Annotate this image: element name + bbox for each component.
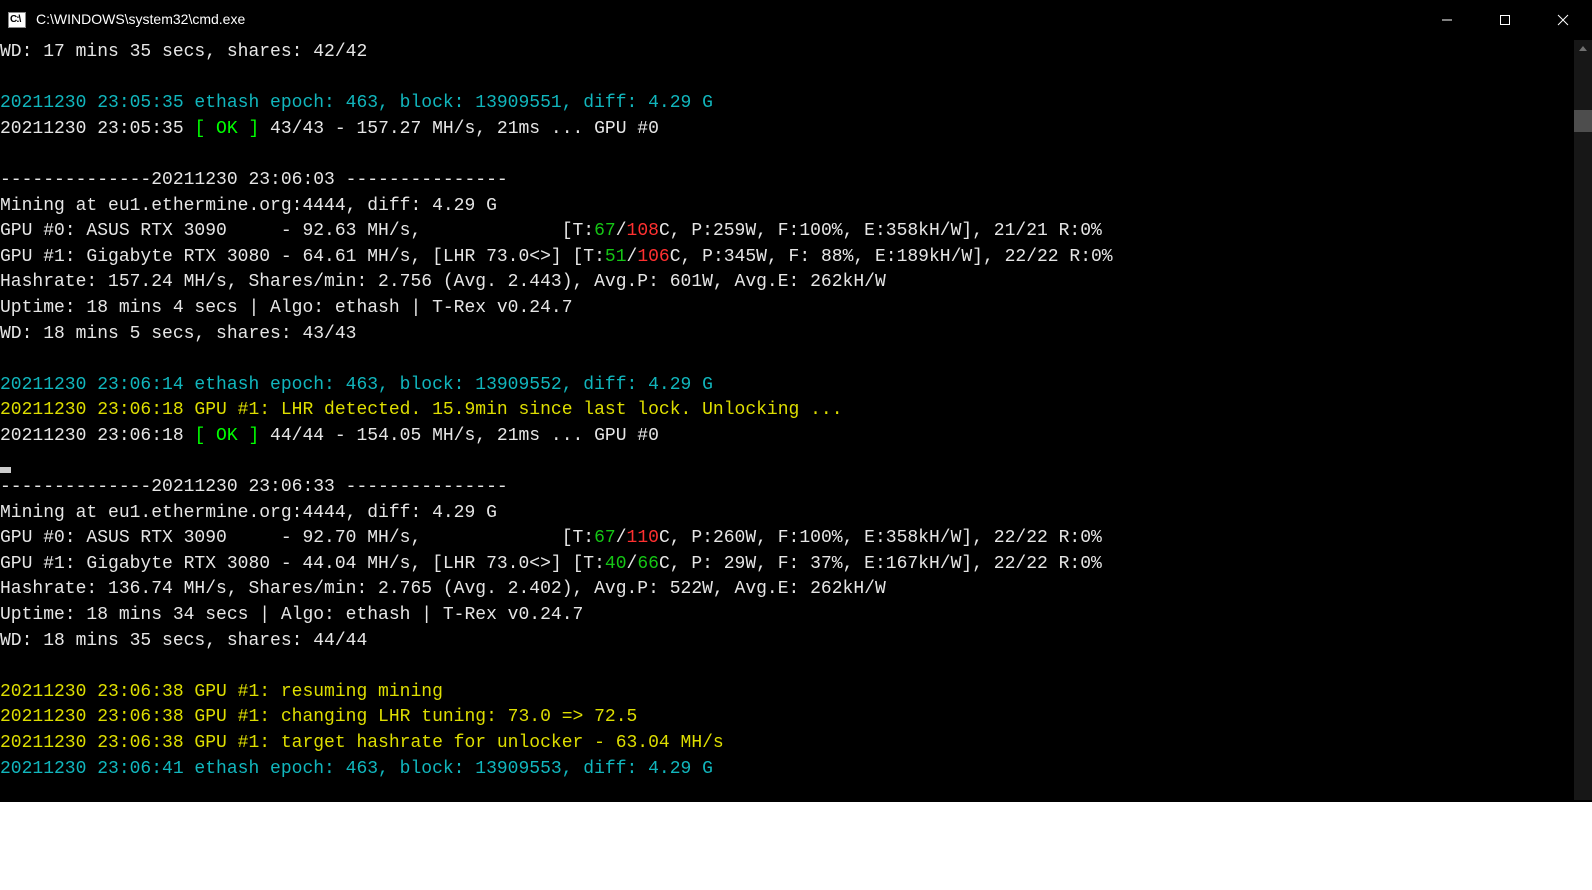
- terminal-text-segment: GPU #1: Gigabyte RTX 3080 - 44.04 MH/s, …: [0, 554, 605, 574]
- terminal-line: Mining at eu1.ethermine.org:4444, diff: …: [0, 501, 1592, 527]
- terminal-text-segment: GPU #0: ASUS RTX 3090 - 92.70 MH/s, [T:: [0, 528, 594, 548]
- terminal-text-segment: --------------20211230 23:06:03 --------…: [0, 170, 508, 190]
- terminal-line: Mining at eu1.ethermine.org:4444, diff: …: [0, 194, 1592, 220]
- terminal-text-segment: 40: [605, 554, 627, 574]
- terminal-line: [0, 66, 1592, 92]
- terminal-text-segment: 43/43 - 157.27 MH/s, 21ms ... GPU #0: [259, 119, 659, 139]
- terminal-text-segment: 51: [605, 247, 627, 267]
- minimize-button[interactable]: [1418, 0, 1476, 40]
- terminal-text-segment: 20211230 23:06:18 GPU #1: LHR detected. …: [0, 400, 843, 420]
- terminal-text-segment: 66: [637, 554, 659, 574]
- terminal-cursor: [0, 467, 11, 473]
- scroll-up-arrow-icon[interactable]: [1574, 40, 1592, 58]
- terminal-text-segment: 110: [627, 528, 659, 548]
- terminal-text-segment: 20211230 23:06:38 GPU #1: changing LHR t…: [0, 707, 637, 727]
- terminal-line: Uptime: 18 mins 4 secs | Algo: ethash | …: [0, 296, 1592, 322]
- terminal-line: 20211230 23:06:18 [ OK ] 44/44 - 154.05 …: [0, 424, 1592, 450]
- maximize-button[interactable]: [1476, 0, 1534, 40]
- close-button[interactable]: [1534, 0, 1592, 40]
- cmd-icon: C:\: [8, 12, 26, 28]
- terminal-text-segment: 44/44 - 154.05 MH/s, 21ms ... GPU #0: [259, 426, 659, 446]
- terminal-line: GPU #1: Gigabyte RTX 3080 - 64.61 MH/s, …: [0, 245, 1592, 271]
- terminal-text-segment: WD: 18 mins 5 secs, shares: 43/43: [0, 324, 356, 344]
- terminal-line: [0, 142, 1592, 168]
- terminal-line: --------------20211230 23:06:33 --------…: [0, 475, 1592, 501]
- terminal-text-segment: 67: [594, 221, 616, 241]
- terminal-text-segment: 106: [637, 247, 669, 267]
- terminal-line: 20211230 23:05:35 [ OK ] 43/43 - 157.27 …: [0, 117, 1592, 143]
- terminal-line: Uptime: 18 mins 34 secs | Algo: ethash |…: [0, 603, 1592, 629]
- terminal-text-segment: /: [616, 221, 627, 241]
- terminal-output[interactable]: WD: 17 mins 35 secs, shares: 42/42 20211…: [0, 40, 1592, 782]
- terminal-text-segment: 20211230 23:06:38 GPU #1: target hashrat…: [0, 733, 724, 753]
- window-title: C:\WINDOWS\system32\cmd.exe: [36, 7, 245, 33]
- terminal-line: 20211230 23:06:14 ethash epoch: 463, blo…: [0, 373, 1592, 399]
- terminal-text-segment: C, P:259W, F:100%, E:358kH/W], 21/21 R:0…: [659, 221, 1102, 241]
- terminal-text-segment: /: [627, 247, 638, 267]
- scrollbar-thumb[interactable]: [1574, 110, 1592, 132]
- terminal-text-segment: Hashrate: 157.24 MH/s, Shares/min: 2.756…: [0, 272, 886, 292]
- terminal-text-segment: 67: [594, 528, 616, 548]
- terminal-text-segment: 20211230 23:06:41 ethash epoch: 463, blo…: [0, 759, 713, 779]
- terminal-line: [0, 450, 1592, 476]
- vertical-scrollbar[interactable]: [1574, 40, 1592, 800]
- terminal-text-segment: 108: [627, 221, 659, 241]
- terminal-text-segment: Mining at eu1.ethermine.org:4444, diff: …: [0, 196, 497, 216]
- terminal-text-segment: 20211230 23:06:38 GPU #1: resuming minin…: [0, 682, 443, 702]
- page-bottom-margin: [0, 802, 1592, 890]
- terminal-line: 20211230 23:06:41 ethash epoch: 463, blo…: [0, 757, 1592, 783]
- terminal-line: [0, 654, 1592, 680]
- terminal-text-segment: C, P:345W, F: 88%, E:189kH/W], 22/22 R:0…: [670, 247, 1113, 267]
- terminal-line: WD: 18 mins 35 secs, shares: 44/44: [0, 629, 1592, 655]
- terminal-text-segment: Uptime: 18 mins 4 secs | Algo: ethash | …: [0, 298, 573, 318]
- terminal-text-segment: /: [627, 554, 638, 574]
- terminal-text-segment: GPU #1: Gigabyte RTX 3080 - 64.61 MH/s, …: [0, 247, 605, 267]
- terminal-text-segment: 20211230 23:05:35: [0, 119, 194, 139]
- terminal-text-segment: --------------20211230 23:06:33 --------…: [0, 477, 508, 497]
- terminal-line: --------------20211230 23:06:03 --------…: [0, 168, 1592, 194]
- terminal-text-segment: Uptime: 18 mins 34 secs | Algo: ethash |…: [0, 605, 583, 625]
- terminal-text-segment: Hashrate: 136.74 MH/s, Shares/min: 2.765…: [0, 579, 886, 599]
- terminal-line: 20211230 23:06:38 GPU #1: target hashrat…: [0, 731, 1592, 757]
- terminal-line: Hashrate: 136.74 MH/s, Shares/min: 2.765…: [0, 577, 1592, 603]
- terminal-line: WD: 18 mins 5 secs, shares: 43/43: [0, 322, 1592, 348]
- terminal-text-segment: 20211230 23:06:18: [0, 426, 194, 446]
- terminal-line: WD: 17 mins 35 secs, shares: 42/42: [0, 40, 1592, 66]
- window-titlebar[interactable]: C:\ C:\WINDOWS\system32\cmd.exe: [0, 0, 1592, 40]
- terminal-text-segment: [ OK ]: [194, 119, 259, 139]
- terminal-text-segment: WD: 17 mins 35 secs, shares: 42/42: [0, 42, 367, 62]
- terminal-text-segment: /: [616, 528, 627, 548]
- window-controls: [1418, 0, 1592, 40]
- terminal-line: 20211230 23:06:18 GPU #1: LHR detected. …: [0, 398, 1592, 424]
- terminal-text-segment: WD: 18 mins 35 secs, shares: 44/44: [0, 631, 367, 651]
- terminal-line: 20211230 23:05:35 ethash epoch: 463, blo…: [0, 91, 1592, 117]
- terminal-line: 20211230 23:06:38 GPU #1: resuming minin…: [0, 680, 1592, 706]
- terminal-line: GPU #1: Gigabyte RTX 3080 - 44.04 MH/s, …: [0, 552, 1592, 578]
- terminal-text-segment: C, P:260W, F:100%, E:358kH/W], 22/22 R:0…: [659, 528, 1102, 548]
- terminal-line: [0, 347, 1592, 373]
- terminal-line: GPU #0: ASUS RTX 3090 - 92.70 MH/s, [T:6…: [0, 526, 1592, 552]
- terminal-line: 20211230 23:06:38 GPU #1: changing LHR t…: [0, 705, 1592, 731]
- terminal-text-segment: [ OK ]: [194, 426, 259, 446]
- terminal-line: GPU #0: ASUS RTX 3090 - 92.63 MH/s, [T:6…: [0, 219, 1592, 245]
- terminal-text-segment: Mining at eu1.ethermine.org:4444, diff: …: [0, 503, 497, 523]
- terminal-text-segment: 20211230 23:06:14 ethash epoch: 463, blo…: [0, 375, 713, 395]
- terminal-text-segment: 20211230 23:05:35 ethash epoch: 463, blo…: [0, 93, 713, 113]
- terminal-line: Hashrate: 157.24 MH/s, Shares/min: 2.756…: [0, 270, 1592, 296]
- terminal-text-segment: C, P: 29W, F: 37%, E:167kH/W], 22/22 R:0…: [659, 554, 1102, 574]
- terminal-text-segment: GPU #0: ASUS RTX 3090 - 92.63 MH/s, [T:: [0, 221, 594, 241]
